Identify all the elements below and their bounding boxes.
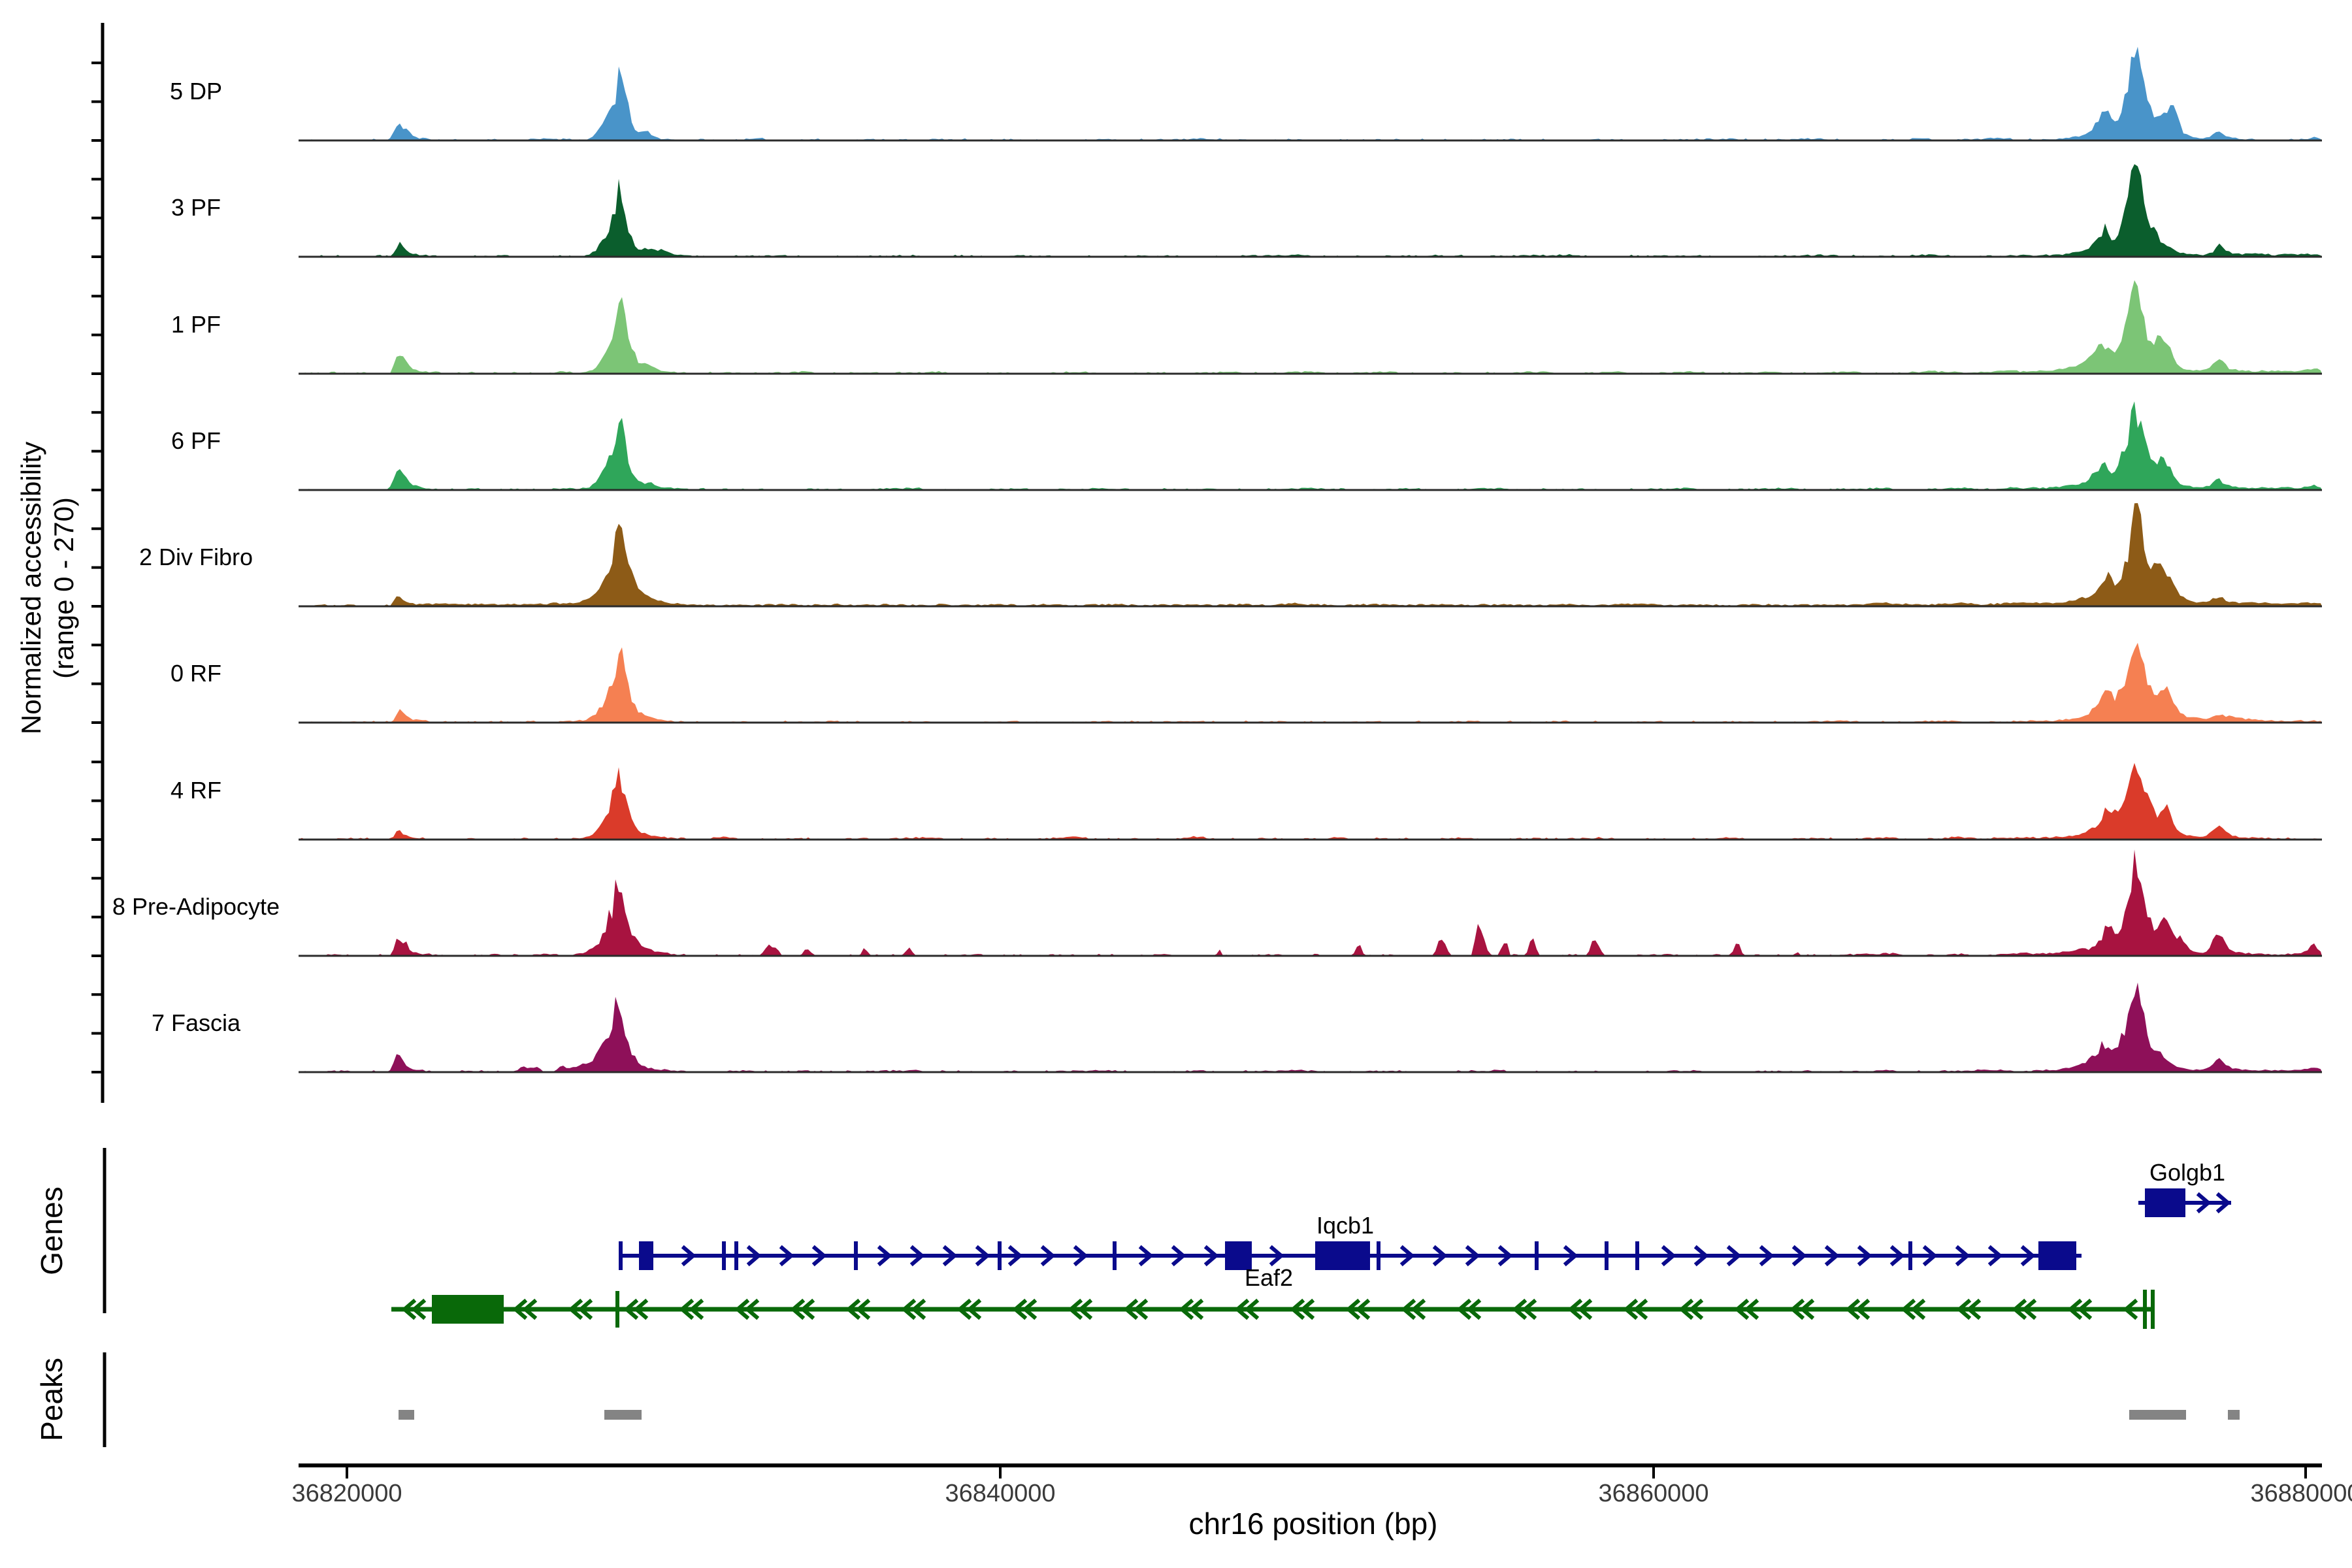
gene-exon-tick [1535,1241,1539,1270]
track-label-8-pre-adipocyte: 8 Pre-Adipocyte [112,893,280,920]
track-area-6-pf [299,401,2322,490]
gene-label-golgb1: Golgb1 [2149,1159,2225,1186]
peaks-section-label: Peaks [35,1358,69,1441]
track-area-1-pf [299,280,2322,374]
gene-exon-tick [2151,1290,2155,1329]
track-1-pf: 1 PF [171,280,2322,374]
peak-region-box [399,1410,414,1420]
gene-exon-tick [998,1241,1002,1270]
gene-exon [639,1241,653,1270]
track-label-0-rf: 0 RF [171,660,221,687]
gene-exon [432,1295,504,1324]
track-7-fascia: 7 Fascia [152,983,2322,1072]
gene-exon-tick [1635,1241,1639,1270]
gene-exon-tick [2143,1290,2147,1329]
gene-iqcb1: Iqcb1 [619,1212,2082,1270]
track-6-pf: 6 PF [171,401,2322,490]
track-8-pre-adipocyte: 8 Pre-Adipocyte [112,849,2322,956]
x-axis-tick-label: 36860000 [1598,1480,1708,1507]
y-axis-label-line2: (range 0 - 270) [48,497,79,679]
track-4-rf: 4 RF [171,763,2322,840]
gene-eaf2: Eaf2 [391,1264,2155,1329]
peak-region-box [2129,1410,2186,1420]
gene-exon-tick [722,1241,726,1270]
track-area-4-rf [299,763,2322,840]
track-area-5-dp [299,47,2322,141]
x-axis: 36820000 36840000 36860000 36880000 [291,1465,2352,1507]
gene-golgb1: Golgb1 [2138,1159,2231,1217]
track-area-7-fascia [299,983,2322,1072]
track-area-2-div-fibro [299,503,2322,606]
x-axis-tick-label: 36820000 [291,1480,402,1507]
peak-region-box [2228,1410,2240,1420]
track-0-rf: 0 RF [171,643,2322,723]
track-area-8-pre-adipocyte [299,849,2322,956]
y-axis-label-line1: Normalized accessibility [16,442,46,734]
gene-exon [2145,1188,2185,1217]
tracks-y-axis [91,23,103,1103]
genes-section-label: Genes [35,1186,69,1275]
peak-region-box [604,1410,642,1420]
x-axis-title: chr16 position (bp) [1189,1507,1438,1541]
peaks-panel [399,1410,2240,1420]
gene-exon-tick [1377,1241,1380,1270]
x-axis-tick-label: 36840000 [945,1480,1055,1507]
track-label-6-pf: 6 PF [171,427,221,454]
gene-exon-tick [619,1241,623,1270]
tracks-panel: 5 DP 3 PF 1 PF 6 PF 2 Div Fibro 0 RF 4 RF 8 Pre… [112,47,2322,1073]
gene-exon-tick [1113,1241,1117,1270]
gene-exon-tick [1908,1241,1912,1270]
track-label-2-div-fibro: 2 Div Fibro [139,544,253,570]
track-5-dp: 5 DP [170,47,2322,141]
track-area-3-pf [299,164,2322,257]
accessibility-track-plot: 5 DP 3 PF 1 PF 6 PF 2 Div Fibro 0 RF 4 RF 8 Pre… [0,0,2352,1568]
track-label-5-dp: 5 DP [170,78,222,105]
track-2-div-fibro: 2 Div Fibro [139,503,2322,606]
track-3-pf: 3 PF [171,164,2322,257]
genome-track-figure: 5 DP 3 PF 1 PF 6 PF 2 Div Fibro 0 RF 4 RF 8 Pre… [0,0,2352,1568]
track-label-3-pf: 3 PF [171,194,221,221]
track-label-7-fascia: 7 Fascia [152,1009,241,1036]
x-axis-tick-label: 36880000 [2250,1480,2352,1507]
track-label-1-pf: 1 PF [171,311,221,338]
gene-label-eaf2: Eaf2 [1245,1264,1293,1291]
gene-exon [1315,1241,1370,1270]
gene-exon [2038,1241,2076,1270]
track-label-4-rf: 4 RF [171,777,221,804]
track-area-0-rf [299,643,2322,723]
gene-exon-tick [615,1291,619,1328]
gene-exon-tick [734,1241,738,1270]
gene-label-iqcb1: Iqcb1 [1316,1212,1374,1239]
genes-panel: Iqcb1 Eaf2 Golgb1 [391,1159,2231,1329]
gene-exon-tick [1605,1241,1609,1270]
gene-exon-tick [854,1241,858,1270]
